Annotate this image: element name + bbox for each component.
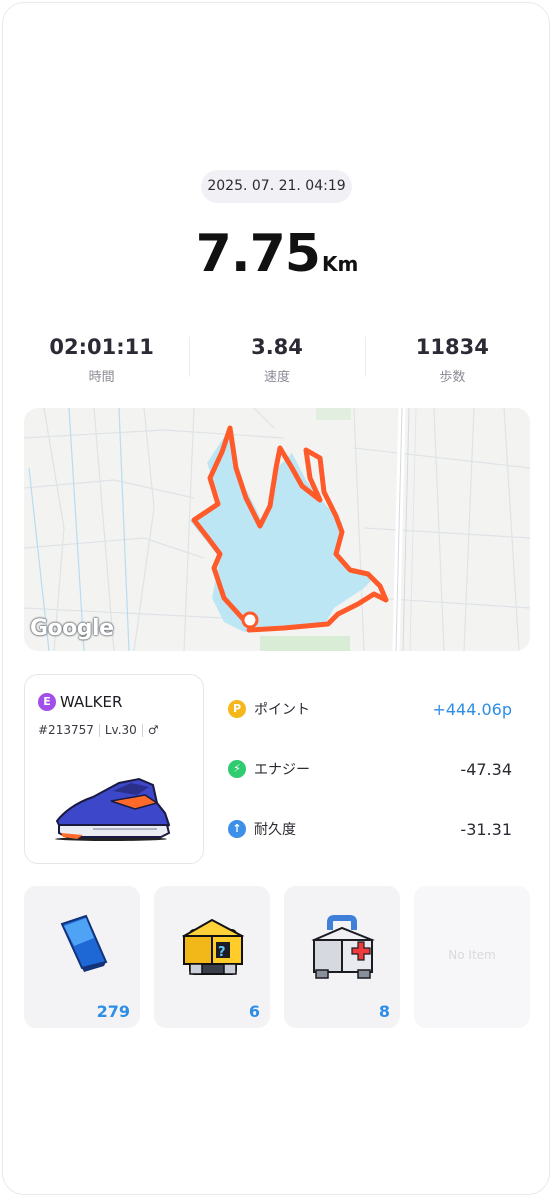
sneaker-card[interactable]: E WALKER #213757 Lv.30 ♂	[24, 674, 204, 864]
route-map[interactable]: Google	[24, 408, 530, 651]
divider	[141, 723, 143, 737]
reward-durability-label: 耐久度	[254, 822, 296, 838]
item-slot-empty: No Item	[414, 886, 530, 1028]
sneaker-level: Lv.30	[104, 723, 137, 737]
stat-speed: 3.84 速度	[189, 333, 364, 389]
reward-energy-label: エナジー	[254, 762, 310, 778]
item-slot-repair-kit[interactable]: 8	[284, 886, 400, 1028]
stat-speed-label: 速度	[263, 370, 290, 385]
item-slot-mystery-box[interactable]: ? 6	[154, 886, 270, 1028]
sneaker-type: WALKER	[60, 693, 123, 711]
reward-durability: ↑ 耐久度 -31.31	[226, 814, 526, 844]
reward-energy: ⚡ エナジー -47.34	[226, 754, 526, 784]
repair-kit-icon	[311, 915, 375, 979]
reward-points: P ポイント +444.06p	[226, 694, 526, 724]
stat-steps-value: 11834	[415, 335, 489, 359]
distance-value: 7.75	[195, 224, 321, 284]
map-attribution: Google	[30, 616, 114, 641]
reward-energy-value: -47.34	[460, 759, 512, 779]
mystery-box-icon: ?	[181, 918, 245, 975]
sneaker-type-row: E WALKER	[38, 693, 122, 711]
distance-display: 7.75 Km	[0, 224, 554, 284]
stat-speed-value: 3.84	[251, 335, 303, 359]
sneaker-image	[55, 777, 171, 841]
repair-kit-count: 8	[378, 1002, 390, 1021]
reward-durability-value: -31.31	[460, 819, 512, 839]
stats-row: 02:01:11 時間 3.84 速度 11834 歩数	[14, 333, 540, 389]
stat-steps-label: 歩数	[439, 370, 466, 385]
divider	[98, 723, 100, 737]
empty-slot-label: No Item	[448, 948, 496, 962]
stat-time-value: 02:01:11	[49, 335, 154, 359]
route-map-graphic	[24, 408, 530, 651]
svg-text:?: ?	[218, 945, 226, 960]
session-datetime: 2025. 07. 21. 04:19	[201, 170, 352, 203]
reward-points-label: ポイント	[254, 702, 310, 718]
stat-steps: 11834 歩数	[364, 333, 540, 389]
durability-icon: ↑	[228, 820, 246, 838]
distance-unit: Km	[321, 252, 359, 276]
blue-gem-icon	[60, 914, 108, 972]
sneaker-id: #213757	[38, 723, 94, 737]
mystery-box-count: 6	[248, 1002, 260, 1021]
stat-time-label: 時間	[88, 370, 115, 385]
gender-icon: ♂	[147, 723, 159, 737]
stat-time: 02:01:11 時間	[14, 333, 189, 389]
gem-count: 279	[96, 1002, 130, 1021]
sneaker-meta-row: #213757 Lv.30 ♂	[38, 723, 159, 737]
reward-points-value: +444.06p	[432, 699, 512, 719]
points-icon: P	[228, 700, 246, 718]
energy-icon: ⚡	[228, 760, 246, 778]
item-slot-gem[interactable]: 279	[24, 886, 140, 1028]
sneaker-type-badge-icon: E	[38, 693, 56, 711]
